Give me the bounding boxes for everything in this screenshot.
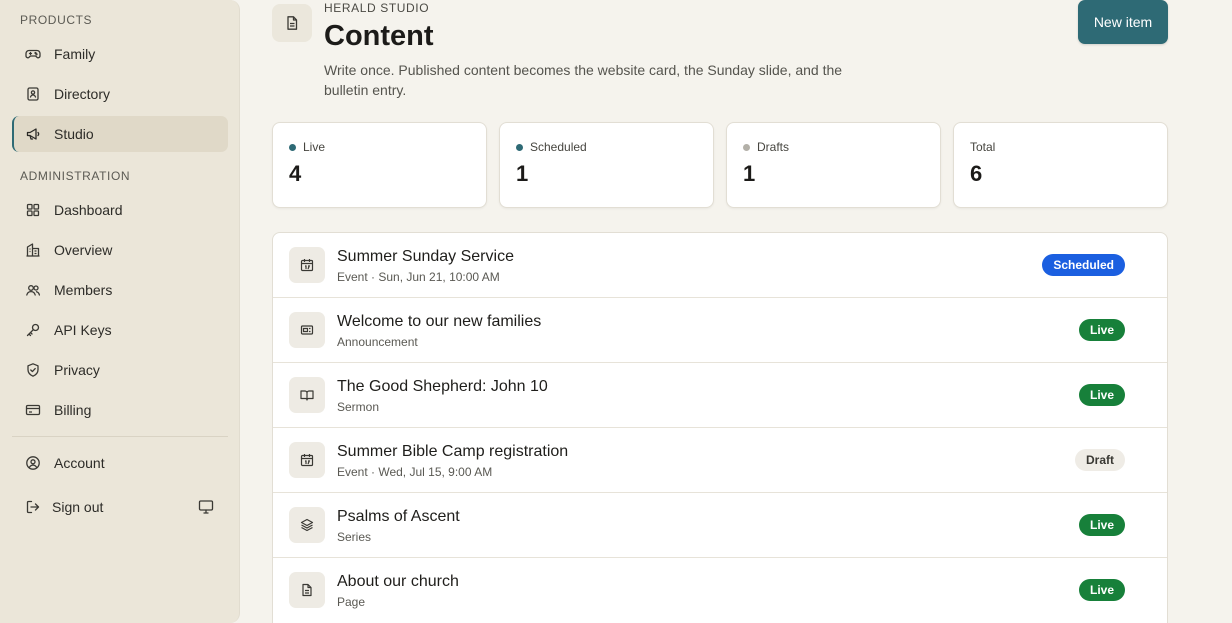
- sidebar-item-label: Dashboard: [54, 202, 123, 218]
- key-icon: [25, 322, 41, 338]
- sidebar-item-label: Members: [54, 282, 113, 298]
- sidebar-item-family[interactable]: Family: [12, 36, 228, 72]
- page-title: Content: [324, 20, 434, 52]
- stat-label: Live: [303, 140, 326, 154]
- item-title: Welcome to our new families: [337, 313, 542, 330]
- sidebar-item-label: Directory: [54, 86, 111, 102]
- status-badge: Live: [1078, 319, 1125, 341]
- content-list: Summer Sunday Service Event · Sun, Jun 2…: [272, 232, 1168, 623]
- sidebar-item-overview[interactable]: Overview: [12, 232, 228, 268]
- calendar-icon: [289, 247, 325, 283]
- sidebar-item-api-keys[interactable]: API Keys: [12, 312, 228, 348]
- stat-value: 1: [743, 161, 756, 186]
- book-icon: [289, 377, 325, 413]
- item-title: Summer Bible Camp registration: [337, 443, 569, 460]
- item-subtitle: Announcement: [337, 335, 418, 349]
- stat-card-total: Total 6: [953, 122, 1168, 208]
- contact-book-icon: [25, 86, 41, 102]
- sidebar-divider: [12, 436, 228, 437]
- status-badge: Live: [1078, 579, 1125, 601]
- item-title: The Good Shepherd: John 10: [337, 378, 548, 395]
- status-badge: Live: [1078, 384, 1125, 406]
- stat-value: 6: [970, 161, 983, 186]
- status-badge: Scheduled: [1042, 254, 1125, 276]
- stat-label: Scheduled: [530, 140, 587, 154]
- item-title: Psalms of Ascent: [337, 508, 460, 525]
- megaphone-icon: [25, 126, 41, 142]
- stat-label: Total: [970, 140, 996, 154]
- sidebar-item-dashboard[interactable]: Dashboard: [12, 192, 228, 228]
- status-dot: [289, 143, 296, 151]
- sign-out-icon: [25, 499, 41, 515]
- stat-card-scheduled: Scheduled 1: [499, 122, 714, 208]
- sidebar-item-label: Sign out: [52, 499, 104, 515]
- sidebar-item-label: Overview: [54, 242, 113, 258]
- section-label-administration: ADMINISTRATION: [20, 169, 131, 183]
- item-subtitle: Event · Sun, Jun 21, 10:00 AM: [337, 270, 500, 284]
- credit-card-icon: [25, 402, 41, 418]
- page-description: Write once. Published content becomes th…: [324, 62, 843, 98]
- list-item[interactable]: The Good Shepherd: John 10 Sermon Live: [273, 363, 1167, 428]
- sidebar-item-label: Privacy: [54, 362, 100, 378]
- sidebar-item-billing[interactable]: Billing: [12, 392, 228, 428]
- sidebar-item-directory[interactable]: Directory: [12, 76, 228, 112]
- document-icon: [289, 572, 325, 608]
- grid-icon: [25, 202, 41, 218]
- item-title: About our church: [337, 573, 459, 590]
- stat-card-live: Live 4: [272, 122, 487, 208]
- stat-label: Drafts: [757, 140, 790, 154]
- sidebar-item-privacy[interactable]: Privacy: [12, 352, 228, 388]
- calendar-icon: [289, 442, 325, 478]
- sidebar-item-members[interactable]: Members: [12, 272, 228, 308]
- item-subtitle: Sermon: [337, 400, 380, 414]
- sidebar-item-label: API Keys: [54, 322, 112, 338]
- sidebar-item-label: Billing: [54, 402, 92, 418]
- building-icon: [25, 242, 41, 258]
- section-label-products: PRODUCTS: [20, 13, 93, 27]
- item-subtitle: Series: [337, 530, 372, 544]
- gamepad-icon: [25, 46, 41, 62]
- monitor-icon[interactable]: [198, 500, 214, 514]
- sidebar-item-label: Studio: [54, 126, 94, 142]
- user-circle-icon: [25, 455, 41, 471]
- status-dot: [743, 143, 750, 151]
- sidebar-item-label: Account: [54, 455, 105, 471]
- stat-value: 4: [289, 161, 302, 186]
- sidebar-item-account[interactable]: Account: [12, 445, 228, 481]
- layers-icon: [289, 507, 325, 543]
- users-icon: [25, 282, 41, 298]
- sidebar: PRODUCTS Family Directory Studio ADMINIS…: [0, 0, 240, 623]
- status-badge: Live: [1078, 514, 1125, 536]
- new-item-button[interactable]: New item: [1078, 0, 1168, 44]
- document-icon: [272, 4, 312, 42]
- list-item[interactable]: About our church Page Live: [273, 558, 1167, 623]
- list-item[interactable]: Summer Sunday Service Event · Sun, Jun 2…: [273, 233, 1167, 298]
- sidebar-item-sign-out[interactable]: Sign out: [12, 489, 172, 525]
- item-subtitle: Event · Wed, Jul 15, 9:00 AM: [337, 465, 493, 479]
- status-dot: [516, 143, 523, 151]
- list-item[interactable]: Welcome to our new families Announcement…: [273, 298, 1167, 363]
- page-eyebrow: HERALD STUDIO: [324, 1, 430, 15]
- stat-value: 1: [516, 161, 529, 186]
- item-subtitle: Page: [337, 595, 366, 609]
- sidebar-item-studio[interactable]: Studio: [12, 116, 228, 152]
- status-badge: Draft: [1074, 449, 1125, 471]
- list-item[interactable]: Psalms of Ascent Series Live: [273, 493, 1167, 558]
- shield-icon: [25, 362, 41, 378]
- stat-card-drafts: Drafts 1: [726, 122, 941, 208]
- list-item[interactable]: Summer Bible Camp registration Event · W…: [273, 428, 1167, 493]
- sidebar-item-label: Family: [54, 46, 96, 62]
- item-title: Summer Sunday Service: [337, 248, 514, 265]
- newspaper-icon: [289, 312, 325, 348]
